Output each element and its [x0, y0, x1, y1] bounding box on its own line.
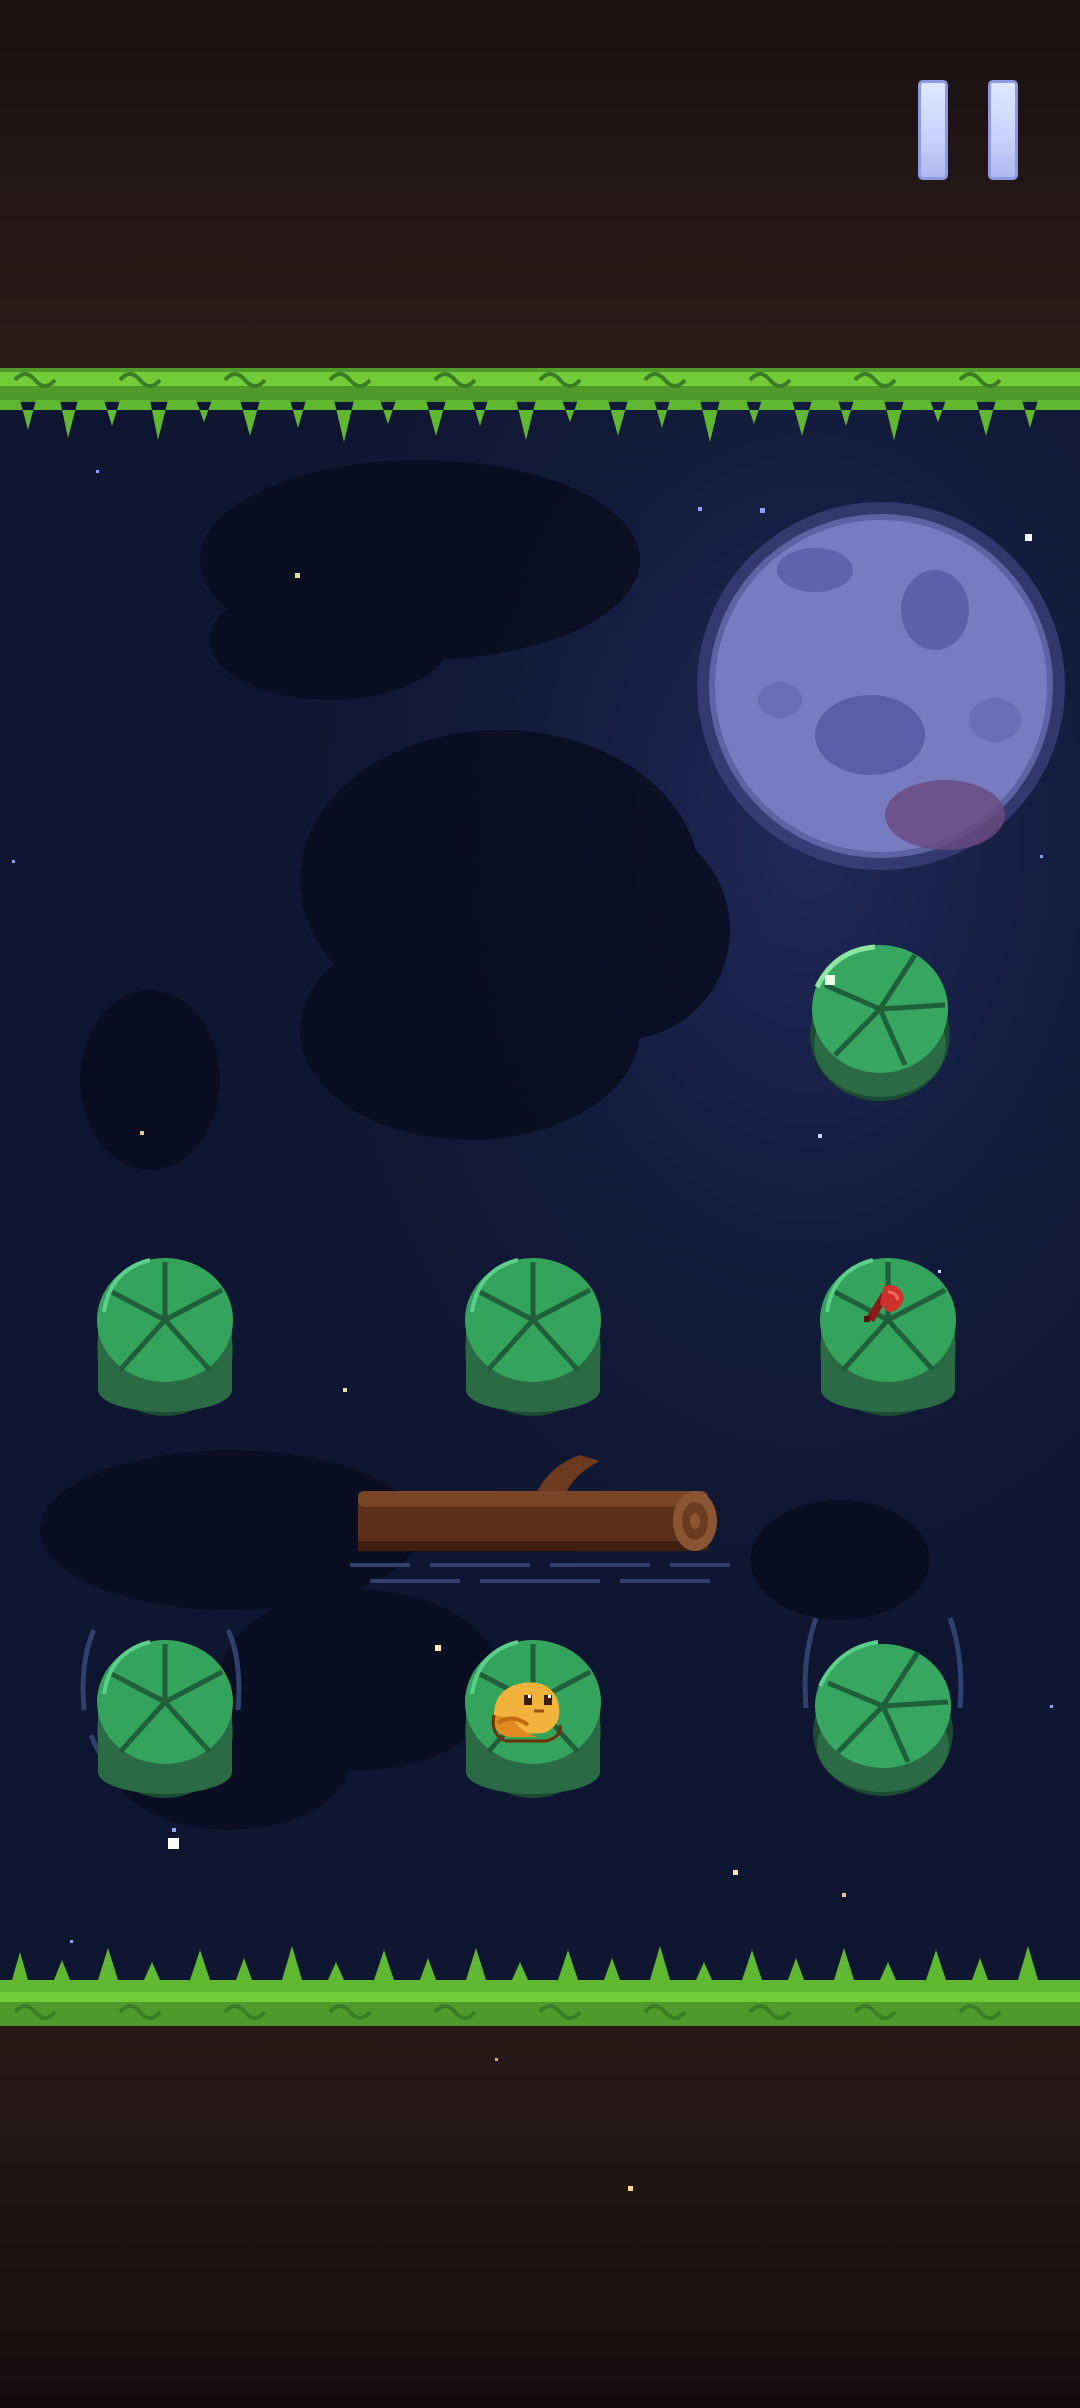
lily-pad-row1-center[interactable]	[458, 1250, 608, 1420]
bug-icon[interactable]	[860, 1282, 908, 1328]
frog-player-icon[interactable]	[488, 1675, 568, 1743]
game-screen	[0, 0, 1080, 2408]
pause-icon-bar	[988, 80, 1018, 180]
grass-bank-top	[0, 368, 1080, 442]
moon-icon	[697, 502, 1065, 870]
grass-bank-bottom	[0, 1946, 1080, 2026]
lily-pad-row2-left[interactable]	[90, 1632, 240, 1802]
lily-pad-row1-right[interactable]	[813, 1250, 963, 1420]
pause-icon	[918, 80, 948, 180]
pause-button[interactable]	[910, 72, 1030, 188]
lily-pad-row2-right[interactable]	[808, 1628, 958, 1798]
log-water-lines	[350, 1563, 730, 1583]
top-soil	[0, 0, 1080, 390]
lily-pad-row1-left[interactable]	[90, 1250, 240, 1420]
floating-log[interactable]	[350, 1455, 735, 1595]
bottom-soil	[0, 1990, 1080, 2408]
log-icon	[358, 1455, 717, 1551]
lily-pad-upper-right[interactable]	[805, 935, 955, 1105]
